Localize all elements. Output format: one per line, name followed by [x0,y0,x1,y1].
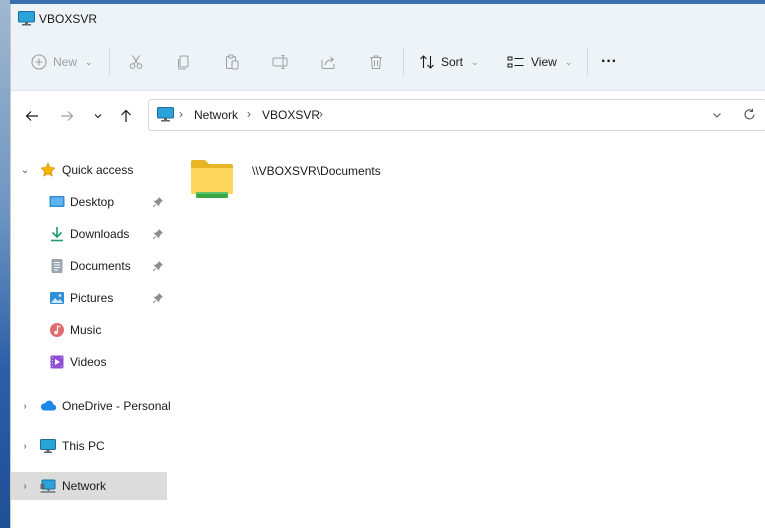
videos-icon [50,355,64,369]
share-button[interactable] [320,44,336,80]
more-icon: ··· [601,53,617,70]
trash-icon [370,55,382,69]
navigation-row: › Network › VBOXSVR › [11,91,765,139]
breadcrumb-separator[interactable]: › [319,107,323,121]
sidebar-item-label: OneDrive - Personal [62,399,171,413]
pin-icon[interactable] [152,260,164,272]
copy-icon [178,55,189,70]
network-folder-icon [191,160,233,198]
chevron-down-icon [94,114,102,119]
pictures-icon [50,292,64,304]
delete-button[interactable] [368,44,384,80]
cut-button[interactable] [128,44,144,80]
chevron-right-icon[interactable]: › [19,401,31,412]
sidebar-item-downloads[interactable]: Downloads [11,220,167,248]
window-title: VBOXSVR [39,12,98,26]
file-list: \\VBOXSVR\Documents [176,152,765,522]
sidebar-item-this-pc[interactable]: › This PC [11,432,167,460]
plus-circle-icon [31,54,47,70]
computer-icon [40,439,56,453]
rename-icon [272,55,288,69]
paste-button[interactable] [224,44,240,80]
command-bar: New ⌄ Sort ⌄ View ⌄ ··· [11,34,765,91]
view-button[interactable]: View ⌄ [507,44,572,80]
chevron-right-icon[interactable]: › [19,481,31,492]
sidebar-item-documents[interactable]: Documents [11,252,167,280]
scissors-icon [129,55,143,69]
desktop-icon [49,196,65,207]
breadcrumb-separator[interactable]: › [247,107,251,121]
forward-button[interactable] [56,105,78,127]
rename-button[interactable] [272,44,290,80]
toolbar-divider [587,48,588,76]
sidebar-item-label: Downloads [70,227,130,241]
sort-icon [420,55,434,69]
network-icon [40,479,56,493]
new-label: New [53,55,78,69]
star-icon [40,162,56,177]
back-button[interactable] [21,105,43,127]
sidebar-item-label: Pictures [70,291,114,305]
sidebar-item-onedrive[interactable]: › OneDrive - Personal [11,392,170,420]
address-dropdown-icon[interactable] [712,110,722,120]
copy-button[interactable] [176,44,192,80]
sidebar-item-label: Music [70,323,102,337]
documents-icon [51,259,63,273]
arrow-right-icon [61,111,74,121]
arrow-left-icon [25,111,38,121]
chevron-down-icon: ⌄ [471,56,479,67]
desktop-background [0,0,10,528]
breadcrumb-network[interactable]: Network [194,108,238,122]
network-share-item[interactable]: \\VBOXSVR\Documents [190,158,390,204]
pin-icon[interactable] [152,228,164,240]
sort-button[interactable]: Sort ⌄ [419,44,479,80]
sidebar-item-network[interactable]: › Network [11,472,167,500]
sort-label: Sort [441,55,464,69]
breadcrumb-separator[interactable]: › [179,107,183,121]
sidebar-item-pictures[interactable]: Pictures [11,284,167,312]
view-label: View [531,55,557,69]
clipboard-icon [226,54,239,70]
chevron-down-icon: ⌄ [85,56,93,67]
view-list-icon [507,56,524,68]
toolbar-divider [109,48,110,76]
sidebar-item-label: Videos [70,355,107,369]
monitor-icon [18,11,35,26]
network-location-icon [157,107,174,122]
sidebar-item-quick-access[interactable]: ⌄ Quick access [11,156,167,184]
navigation-pane: ⌄ Quick access Desktop Downloads Documen… [11,152,171,522]
chevron-right-icon[interactable]: › [19,441,31,452]
chevron-down-icon[interactable]: ⌄ [19,165,31,176]
address-bar[interactable]: › Network › VBOXSVR › [148,99,765,131]
sidebar-item-desktop[interactable]: Desktop [11,188,167,216]
downloads-icon [51,227,63,242]
file-explorer-window: VBOXSVR New ⌄ Sort ⌄ View ⌄ ··· › Networ… [10,4,765,528]
arrow-up-icon [121,109,131,122]
sidebar-item-videos[interactable]: Videos [11,348,167,376]
recent-locations-button[interactable] [87,105,109,127]
pin-icon[interactable] [152,196,164,208]
music-icon [50,323,64,337]
sidebar-item-label: Documents [70,259,131,273]
cloud-icon [41,400,56,411]
share-icon [321,56,335,69]
network-share-label: \\VBOXSVR\Documents [252,164,381,178]
sidebar-item-label: This PC [62,439,105,453]
title-bar[interactable]: VBOXSVR [11,4,765,34]
sidebar-item-music[interactable]: Music [11,316,167,344]
up-button[interactable] [115,105,137,127]
toolbar-divider [403,48,404,76]
more-options-button[interactable]: ··· [601,44,617,80]
new-button[interactable]: New ⌄ [31,44,93,80]
sidebar-item-label: Quick access [62,163,134,177]
refresh-icon[interactable] [743,108,756,121]
pin-icon[interactable] [152,292,164,304]
breadcrumb-vboxsvr[interactable]: VBOXSVR [262,108,320,122]
chevron-down-icon: ⌄ [564,56,573,67]
sidebar-item-label: Network [62,479,107,493]
sidebar-item-label: Desktop [70,195,115,209]
